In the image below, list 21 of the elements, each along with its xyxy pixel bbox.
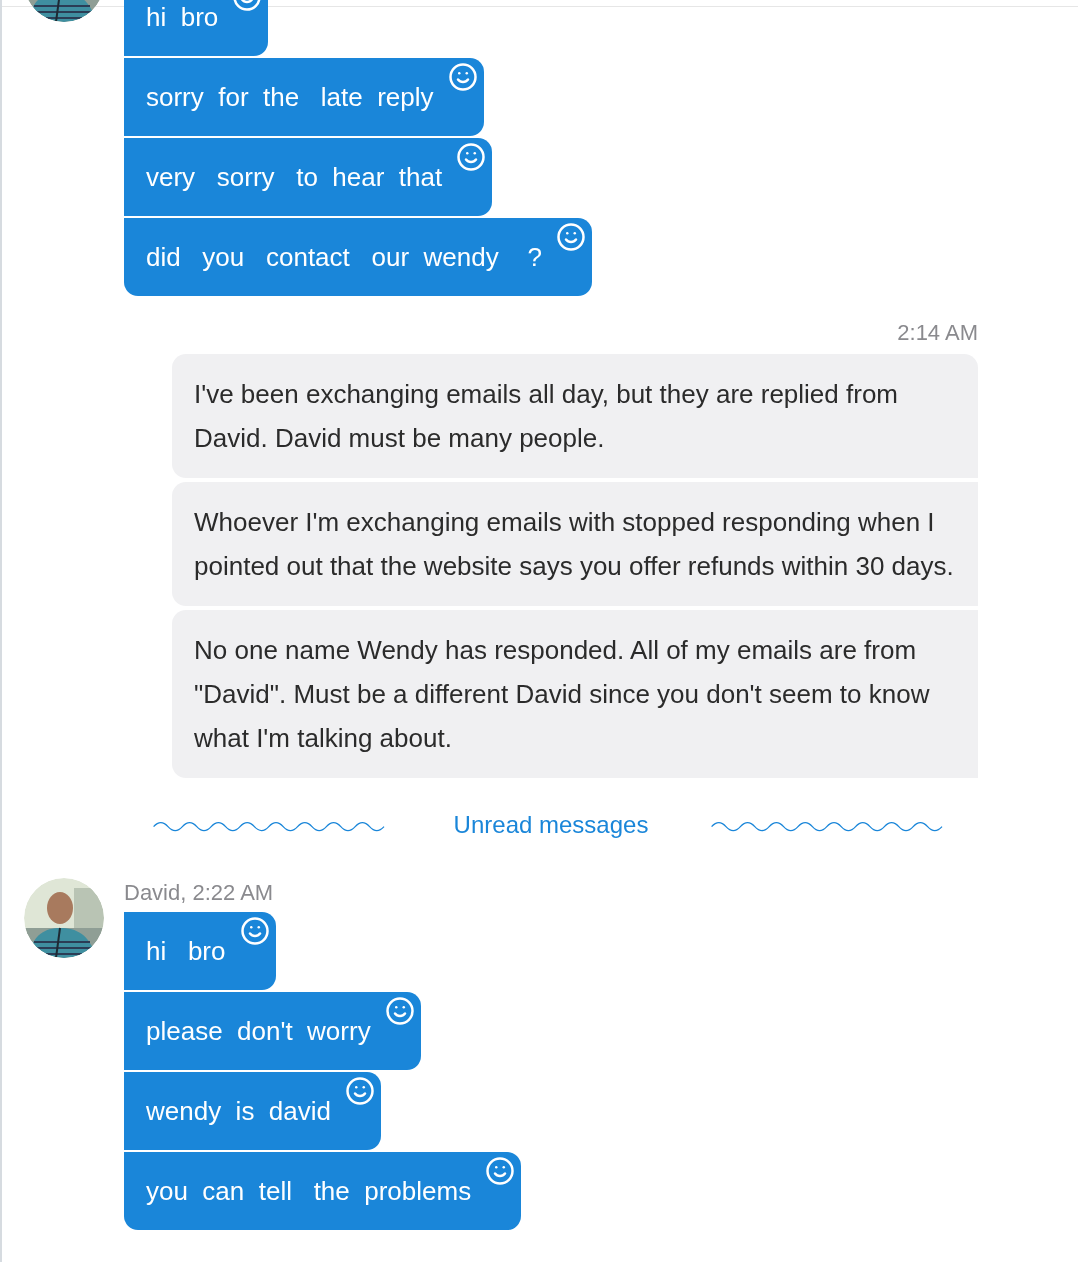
message-text: wendy is david <box>146 1096 331 1126</box>
smiley-icon[interactable] <box>485 1156 516 1186</box>
message-text: you can tell the problems <box>146 1176 472 1206</box>
message-bubble: Whoever I'm exchanging emails with stopped responding when I pointed out that the website says you offer refunds within 30 days. <box>172 482 978 606</box>
message-text: sorry for the late reply <box>146 82 434 112</box>
message-text: please don't worry <box>146 1016 371 1046</box>
message-time: 2:14 AM <box>897 319 978 347</box>
sender-time: David, 2:22 AM <box>124 879 275 907</box>
smiley-icon[interactable] <box>556 222 586 252</box>
smiley-icon[interactable] <box>447 62 478 92</box>
message-text: hi bro <box>146 936 226 966</box>
smiley-icon[interactable] <box>239 916 270 946</box>
message-bubble: I've been exchanging emails all day, but they are replied from David. David must be many people. <box>172 354 978 478</box>
message-text: did you contact our wendy ? <box>146 242 542 272</box>
unread-divider-label: Unread messages <box>453 810 649 840</box>
message-text: very sorry to hear that <box>146 162 443 192</box>
smiley-icon[interactable] <box>384 996 415 1026</box>
message-bubble: No one name Wendy has responded. All of my emails are from "David". Must be a different David since you don't seem to know what I'm talking about. <box>172 610 978 778</box>
message-text: hi bro <box>146 2 219 32</box>
smiley-icon[interactable] <box>456 142 487 172</box>
smiley-icon[interactable] <box>345 1076 375 1106</box>
